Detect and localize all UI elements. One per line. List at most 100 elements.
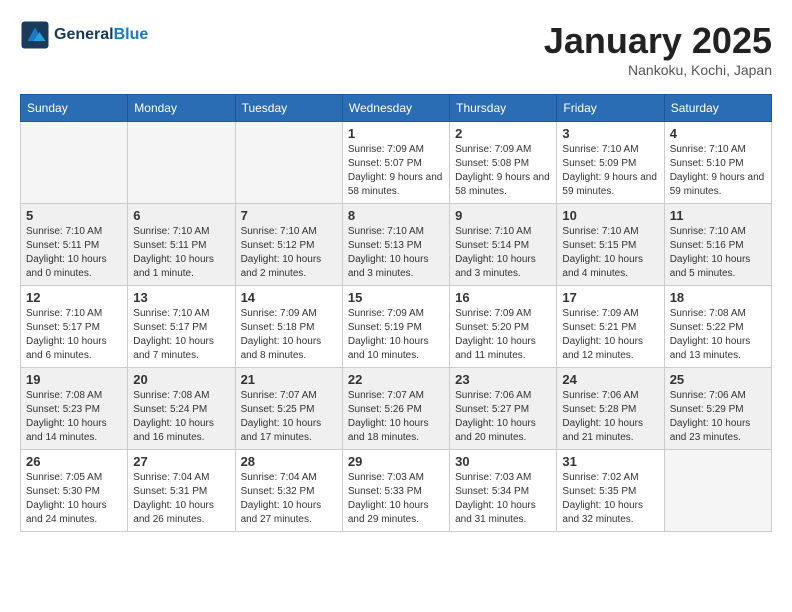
- daylight: Daylight: 10 hours and 12 minutes.: [562, 336, 643, 361]
- sunset: Sunset: 5:33 PM: [348, 486, 422, 497]
- calendar-day-cell: 6 Sunrise: 7:10 AM Sunset: 5:11 PM Dayli…: [128, 204, 235, 286]
- sunset: Sunset: 5:24 PM: [133, 404, 207, 415]
- sunset: Sunset: 5:21 PM: [562, 322, 636, 333]
- daylight: Daylight: 10 hours and 1 minute.: [133, 254, 214, 279]
- day-info: Sunrise: 7:02 AM Sunset: 5:35 PM Dayligh…: [562, 471, 658, 527]
- daylight: Daylight: 10 hours and 21 minutes.: [562, 418, 643, 443]
- calendar-day-cell: 29 Sunrise: 7:03 AM Sunset: 5:33 PM Dayl…: [342, 450, 449, 532]
- sunrise: Sunrise: 7:10 AM: [133, 226, 209, 237]
- daylight: Daylight: 10 hours and 18 minutes.: [348, 418, 429, 443]
- daylight: Daylight: 9 hours and 59 minutes.: [562, 172, 657, 197]
- calendar-day-cell: 8 Sunrise: 7:10 AM Sunset: 5:13 PM Dayli…: [342, 204, 449, 286]
- day-number: 1: [348, 126, 444, 141]
- day-number: 16: [455, 290, 551, 305]
- sunrise: Sunrise: 7:09 AM: [455, 308, 531, 319]
- sunset: Sunset: 5:20 PM: [455, 322, 529, 333]
- day-info: Sunrise: 7:10 AM Sunset: 5:17 PM Dayligh…: [26, 307, 122, 363]
- sunset: Sunset: 5:17 PM: [26, 322, 100, 333]
- daylight: Daylight: 10 hours and 3 minutes.: [348, 254, 429, 279]
- day-number: 23: [455, 372, 551, 387]
- daylight: Daylight: 9 hours and 59 minutes.: [670, 172, 765, 197]
- day-info: Sunrise: 7:09 AM Sunset: 5:18 PM Dayligh…: [241, 307, 337, 363]
- calendar-week-row: 5 Sunrise: 7:10 AM Sunset: 5:11 PM Dayli…: [21, 204, 772, 286]
- col-monday: Monday: [128, 95, 235, 122]
- sunrise: Sunrise: 7:10 AM: [348, 226, 424, 237]
- sunset: Sunset: 5:27 PM: [455, 404, 529, 415]
- day-info: Sunrise: 7:10 AM Sunset: 5:12 PM Dayligh…: [241, 225, 337, 281]
- daylight: Daylight: 9 hours and 58 minutes.: [455, 172, 550, 197]
- calendar-day-cell: 12 Sunrise: 7:10 AM Sunset: 5:17 PM Dayl…: [21, 286, 128, 368]
- calendar-day-cell: [235, 122, 342, 204]
- sunrise: Sunrise: 7:09 AM: [241, 308, 317, 319]
- daylight: Daylight: 10 hours and 3 minutes.: [455, 254, 536, 279]
- sunset: Sunset: 5:17 PM: [133, 322, 207, 333]
- sunrise: Sunrise: 7:10 AM: [133, 308, 209, 319]
- sunset: Sunset: 5:25 PM: [241, 404, 315, 415]
- sunrise: Sunrise: 7:09 AM: [455, 144, 531, 155]
- sunset: Sunset: 5:11 PM: [133, 240, 206, 251]
- sunrise: Sunrise: 7:10 AM: [670, 226, 746, 237]
- daylight: Daylight: 10 hours and 32 minutes.: [562, 500, 643, 525]
- logo: GeneralBlue: [20, 20, 148, 50]
- sunset: Sunset: 5:10 PM: [670, 158, 744, 169]
- sunset: Sunset: 5:15 PM: [562, 240, 636, 251]
- day-info: Sunrise: 7:10 AM Sunset: 5:17 PM Dayligh…: [133, 307, 229, 363]
- daylight: Daylight: 10 hours and 0 minutes.: [26, 254, 107, 279]
- day-number: 21: [241, 372, 337, 387]
- day-number: 4: [670, 126, 766, 141]
- day-number: 8: [348, 208, 444, 223]
- calendar-day-cell: 1 Sunrise: 7:09 AM Sunset: 5:07 PM Dayli…: [342, 122, 449, 204]
- sunset: Sunset: 5:09 PM: [562, 158, 636, 169]
- col-friday: Friday: [557, 95, 664, 122]
- sunset: Sunset: 5:14 PM: [455, 240, 529, 251]
- sunrise: Sunrise: 7:06 AM: [562, 390, 638, 401]
- day-info: Sunrise: 7:09 AM Sunset: 5:08 PM Dayligh…: [455, 143, 551, 199]
- day-info: Sunrise: 7:10 AM Sunset: 5:09 PM Dayligh…: [562, 143, 658, 199]
- day-number: 18: [670, 290, 766, 305]
- day-info: Sunrise: 7:04 AM Sunset: 5:31 PM Dayligh…: [133, 471, 229, 527]
- day-info: Sunrise: 7:10 AM Sunset: 5:10 PM Dayligh…: [670, 143, 766, 199]
- day-info: Sunrise: 7:10 AM Sunset: 5:11 PM Dayligh…: [26, 225, 122, 281]
- title-block: January 2025 Nankoku, Kochi, Japan: [544, 20, 772, 78]
- day-number: 27: [133, 454, 229, 469]
- sunset: Sunset: 5:07 PM: [348, 158, 422, 169]
- sunset: Sunset: 5:29 PM: [670, 404, 744, 415]
- day-number: 7: [241, 208, 337, 223]
- daylight: Daylight: 10 hours and 11 minutes.: [455, 336, 536, 361]
- calendar-day-cell: 30 Sunrise: 7:03 AM Sunset: 5:34 PM Dayl…: [450, 450, 557, 532]
- sunrise: Sunrise: 7:10 AM: [241, 226, 317, 237]
- day-number: 26: [26, 454, 122, 469]
- daylight: Daylight: 10 hours and 27 minutes.: [241, 500, 322, 525]
- day-number: 11: [670, 208, 766, 223]
- col-saturday: Saturday: [664, 95, 771, 122]
- calendar-day-cell: 19 Sunrise: 7:08 AM Sunset: 5:23 PM Dayl…: [21, 368, 128, 450]
- calendar-table: Sunday Monday Tuesday Wednesday Thursday…: [20, 94, 772, 532]
- calendar-day-cell: 14 Sunrise: 7:09 AM Sunset: 5:18 PM Dayl…: [235, 286, 342, 368]
- daylight: Daylight: 10 hours and 17 minutes.: [241, 418, 322, 443]
- daylight: Daylight: 10 hours and 26 minutes.: [133, 500, 214, 525]
- day-number: 14: [241, 290, 337, 305]
- sunset: Sunset: 5:31 PM: [133, 486, 207, 497]
- daylight: Daylight: 10 hours and 7 minutes.: [133, 336, 214, 361]
- sunrise: Sunrise: 7:02 AM: [562, 472, 638, 483]
- sunrise: Sunrise: 7:08 AM: [133, 390, 209, 401]
- calendar-day-cell: 27 Sunrise: 7:04 AM Sunset: 5:31 PM Dayl…: [128, 450, 235, 532]
- month-title: January 2025: [544, 20, 772, 62]
- calendar-day-cell: 13 Sunrise: 7:10 AM Sunset: 5:17 PM Dayl…: [128, 286, 235, 368]
- sunrise: Sunrise: 7:09 AM: [348, 308, 424, 319]
- sunrise: Sunrise: 7:07 AM: [348, 390, 424, 401]
- daylight: Daylight: 10 hours and 4 minutes.: [562, 254, 643, 279]
- sunrise: Sunrise: 7:03 AM: [455, 472, 531, 483]
- daylight: Daylight: 10 hours and 2 minutes.: [241, 254, 322, 279]
- calendar-day-cell: 20 Sunrise: 7:08 AM Sunset: 5:24 PM Dayl…: [128, 368, 235, 450]
- daylight: Daylight: 9 hours and 58 minutes.: [348, 172, 443, 197]
- sunset: Sunset: 5:12 PM: [241, 240, 315, 251]
- col-thursday: Thursday: [450, 95, 557, 122]
- calendar-day-cell: 25 Sunrise: 7:06 AM Sunset: 5:29 PM Dayl…: [664, 368, 771, 450]
- day-info: Sunrise: 7:06 AM Sunset: 5:29 PM Dayligh…: [670, 389, 766, 445]
- sunset: Sunset: 5:35 PM: [562, 486, 636, 497]
- day-info: Sunrise: 7:10 AM Sunset: 5:16 PM Dayligh…: [670, 225, 766, 281]
- sunrise: Sunrise: 7:09 AM: [348, 144, 424, 155]
- calendar-day-cell: 3 Sunrise: 7:10 AM Sunset: 5:09 PM Dayli…: [557, 122, 664, 204]
- sunset: Sunset: 5:34 PM: [455, 486, 529, 497]
